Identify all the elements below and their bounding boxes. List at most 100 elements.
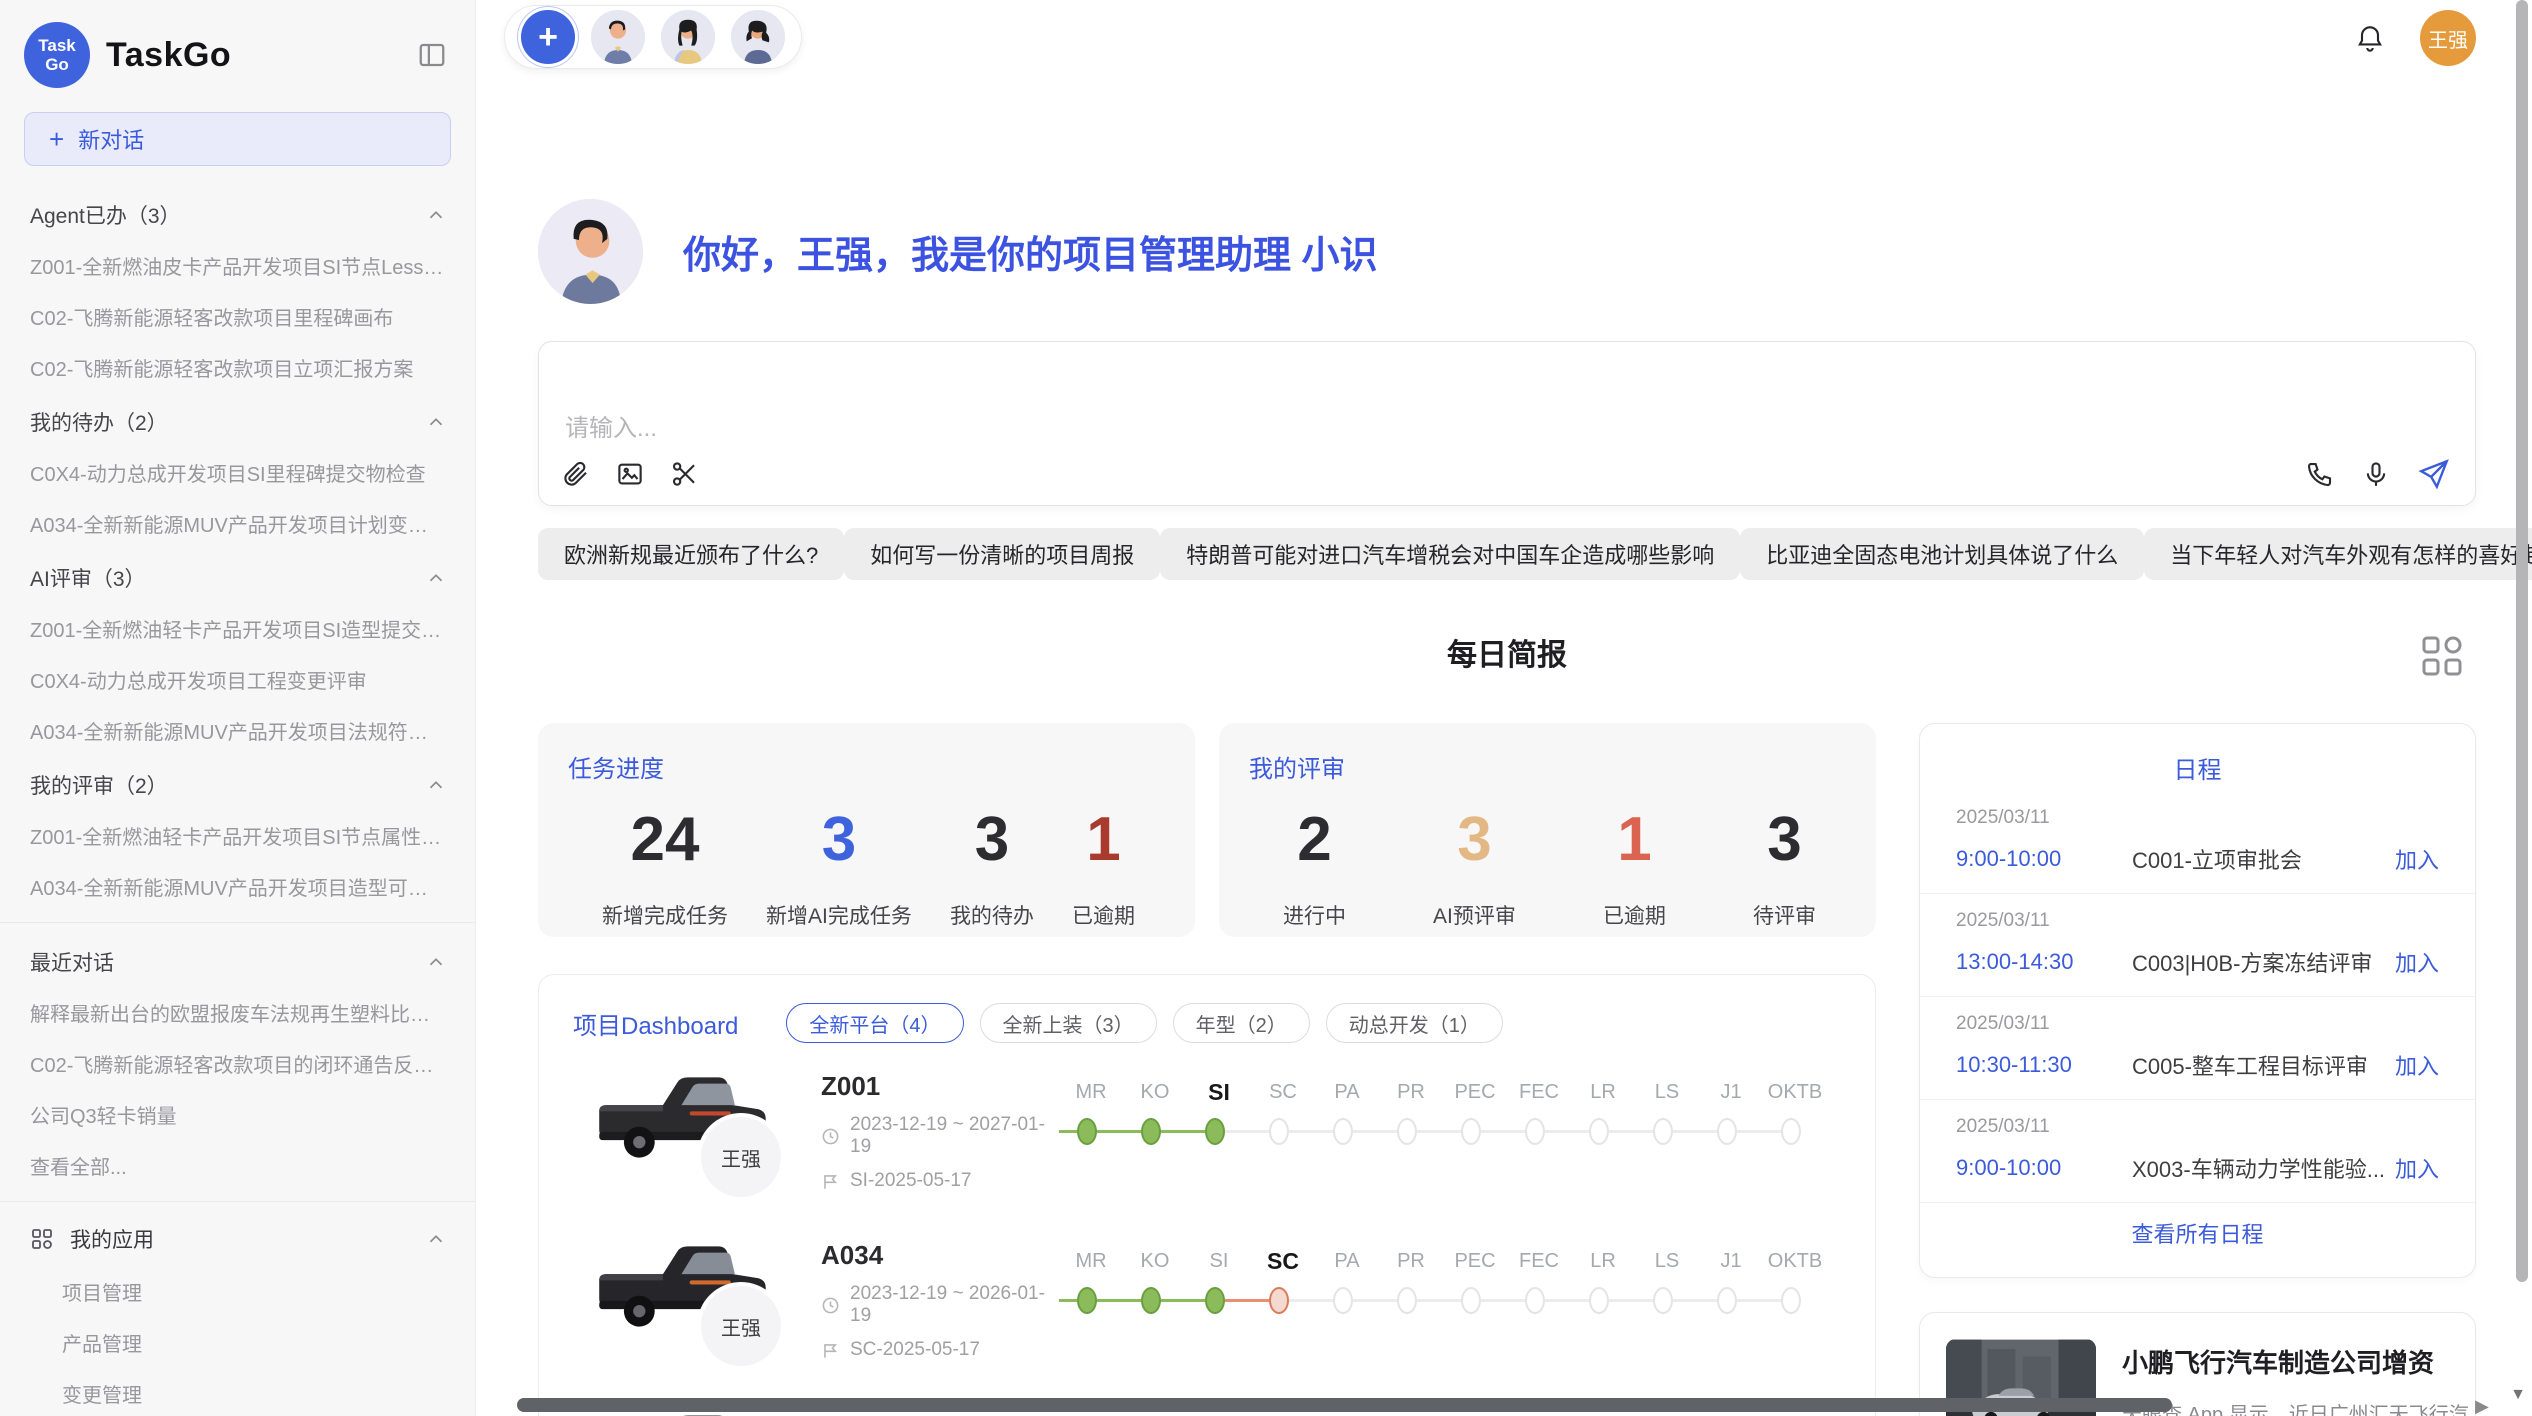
section-header-my-todo[interactable]: 我的待办（2）	[0, 393, 475, 447]
app-item-change-mgmt[interactable]: 变更管理	[0, 1368, 475, 1416]
notification-bell-icon[interactable]	[2354, 22, 2386, 54]
project-dashboard-link[interactable]: 项目Dashboard	[573, 1006, 738, 1041]
app-title: TaskGo	[106, 36, 231, 75]
project-milestone-date: SI-2025-05-17	[850, 1170, 971, 1192]
view-all-schedule-link[interactable]: 查看所有日程	[1920, 1203, 2475, 1269]
milestone-dot	[1589, 1118, 1609, 1145]
news-snippet: 天眼查 App 显示，近日广州汇天飞行汽...	[2122, 1398, 2485, 1416]
screenshot-scissors-icon[interactable]	[669, 459, 699, 489]
chevron-up-icon[interactable]	[425, 567, 447, 589]
schedule-event: 2025/03/11 9:00-10:00 X003-车辆动力学性能验... 加…	[1920, 1100, 2475, 1203]
scroll-down-arrow[interactable]: ▼	[2510, 1386, 2526, 1404]
suggestion-chip[interactable]: 比亚迪全固态电池计划具体说了什么	[1740, 528, 2144, 580]
recent-view-all[interactable]: 查看全部...	[0, 1140, 475, 1191]
milestone-line	[1417, 1130, 1461, 1133]
milestone-line	[1609, 1130, 1653, 1133]
insert-image-icon[interactable]	[615, 459, 645, 489]
suggestion-chip[interactable]: 当下年轻人对汽车外观有怎样的喜好趋势	[2144, 528, 2532, 580]
event-date: 2025/03/11	[1956, 1116, 2439, 1138]
app-item-project-mgmt[interactable]: 项目管理	[0, 1266, 475, 1317]
agent-avatar[interactable]	[731, 10, 785, 64]
assistant-avatar	[538, 199, 643, 304]
attachment-icon[interactable]	[561, 459, 591, 489]
event-date: 2025/03/11	[1956, 807, 2439, 829]
my-review-link[interactable]: 我的评审	[1249, 749, 1345, 784]
milestone-line	[1097, 1130, 1141, 1133]
stat-value: 1	[1603, 806, 1666, 874]
join-button[interactable]: 加入	[2395, 1049, 2439, 1081]
milestone-labels: MRKOSISCPAPRPECFECLRLSJ1OKTB	[1059, 1077, 1845, 1107]
sidebar-item[interactable]: C0X4-动力总成开发项目SI里程碑提交物检查	[0, 447, 475, 498]
horizontal-scrollbar[interactable]	[517, 1398, 2172, 1412]
user-avatar[interactable]: 王强	[2420, 10, 2476, 66]
milestone-label: OKTB	[1763, 1077, 1827, 1107]
task-progress-card: 任务进度 24 新增完成任务 3 新增AI完成任务 3 我的待办	[538, 723, 1195, 937]
suggestion-chip[interactable]: 如何写一份清晰的项目周报	[844, 528, 1160, 580]
sidebar-item[interactable]: A034-全新新能源MUV产品开发项目法规符合性评审	[0, 705, 475, 756]
sidebar-item[interactable]: C02-飞腾新能源轻客改款项目里程碑画布	[0, 291, 475, 342]
sidebar-collapse-icon[interactable]	[417, 40, 447, 70]
new-chat-button[interactable]: + 新对话	[24, 112, 451, 166]
milestone-track: MRKOSISCPAPRPECFECLRLSJ1OKTB	[1059, 1246, 1845, 1314]
milestone-dot	[1205, 1118, 1225, 1145]
sidebar-item[interactable]: A034-全新新能源MUV产品开发项目造型可行性评审	[0, 861, 475, 912]
sidebar-item[interactable]: C02-飞腾新能源轻客改款项目立项汇报方案	[0, 342, 475, 393]
schedule-card: 日程 2025/03/11 9:00-10:00 C001-立项审批会 加入 2…	[1919, 723, 2476, 1278]
layout-grid-icon[interactable]	[2420, 634, 2464, 678]
scroll-right-arrow[interactable]: ▶	[2475, 1396, 2489, 1416]
suggestion-chip[interactable]: 欧洲新规最近颁布了什么?	[538, 528, 844, 580]
add-agent-button[interactable]: +	[521, 10, 575, 64]
join-button[interactable]: 加入	[2395, 843, 2439, 875]
project-row[interactable]: 王强 Z001 2023-12-19 ~ 2027-01-19 SI-2025-…	[539, 1065, 1875, 1222]
project-row[interactable]: 王强 A034 2023-12-19 ~ 2026-01-19 SC-2025-…	[539, 1234, 1875, 1391]
sidebar-item[interactable]: Z001-全新燃油轻卡产品开发项目SI节点属性5D文件评审	[0, 810, 475, 861]
vertical-scrollbar[interactable]	[2516, 0, 2528, 1282]
task-progress-link[interactable]: 任务进度	[568, 749, 664, 784]
chevron-up-icon[interactable]	[425, 774, 447, 796]
chevron-up-icon[interactable]	[425, 411, 447, 433]
project-dates: 2023-12-19 ~ 2027-01-19	[821, 1114, 1051, 1158]
section-header-agent-done[interactable]: Agent已办（3）	[0, 186, 475, 240]
join-button[interactable]: 加入	[2395, 1152, 2439, 1184]
tab-powertrain[interactable]: 动总开发（1）	[1326, 1003, 1503, 1043]
sidebar: Task Go TaskGo + 新对话 Agent已办（3） Z001-全新燃…	[0, 0, 476, 1416]
voice-call-icon[interactable]	[2305, 459, 2335, 489]
sidebar-sections: Agent已办（3） Z001-全新燃油皮卡产品开发项目SI节点Lesson L…	[0, 186, 475, 912]
sidebar-item[interactable]: Z001-全新燃油轻卡产品开发项目SI造型提交物评审	[0, 603, 475, 654]
section-header-my-review[interactable]: 我的评审（2）	[0, 756, 475, 810]
chevron-up-icon[interactable]	[425, 204, 447, 226]
milestone-label: PEC	[1443, 1077, 1507, 1107]
agent-avatar[interactable]	[591, 10, 645, 64]
microphone-icon[interactable]	[2361, 459, 2391, 489]
tab-new-platform[interactable]: 全新平台（4）	[786, 1003, 963, 1043]
recent-chat-item[interactable]: 公司Q3轻卡销量	[0, 1089, 475, 1140]
milestone-dot	[1269, 1287, 1289, 1314]
milestone-label: SI	[1187, 1077, 1251, 1107]
tab-new-body[interactable]: 全新上装（3）	[980, 1003, 1157, 1043]
stat-value: 24	[602, 806, 728, 874]
chevron-up-icon[interactable]	[425, 951, 447, 973]
milestone-label: PA	[1315, 1077, 1379, 1107]
section-header-recent-chats[interactable]: 最近对话	[0, 933, 475, 987]
app-item-product-mgmt[interactable]: 产品管理	[0, 1317, 475, 1368]
join-button[interactable]: 加入	[2395, 946, 2439, 978]
recent-chat-item[interactable]: C02-飞腾新能源轻客改款项目的闭环通告反馈情况	[0, 1038, 475, 1089]
milestone-dot	[1781, 1118, 1801, 1145]
chat-composer[interactable]: 请输入...	[538, 341, 2476, 506]
section-header-ai-review[interactable]: AI评审（3）	[0, 549, 475, 603]
project-date-range: 2023-12-19 ~ 2027-01-19	[850, 1114, 1051, 1158]
milestone-dot	[1525, 1118, 1545, 1145]
suggestion-chip[interactable]: 特朗普可能对进口汽车增税会对中国车企造成哪些影响	[1160, 528, 1740, 580]
tab-model-year[interactable]: 年型（2）	[1173, 1003, 1310, 1043]
sidebar-item[interactable]: Z001-全新燃油皮卡产品开发项目SI节点Lesson Learn报告	[0, 240, 475, 291]
project-info: A034 2023-12-19 ~ 2026-01-19 SC-2025-05-…	[821, 1240, 1051, 1361]
sidebar-item-my-apps[interactable]: 我的应用	[0, 1212, 475, 1266]
recent-chat-item[interactable]: 解释最新出台的欧盟报废车法规再生塑料比例被调至15%...	[0, 987, 475, 1038]
chevron-up-icon[interactable]	[425, 1228, 447, 1250]
send-icon[interactable]	[2417, 457, 2451, 491]
schedule-title[interactable]: 日程	[1920, 724, 2475, 791]
sidebar-item[interactable]: A034-全新新能源MUV产品开发项目计划变更表编写	[0, 498, 475, 549]
milestone-line	[1353, 1299, 1397, 1302]
sidebar-item[interactable]: C0X4-动力总成开发项目工程变更评审	[0, 654, 475, 705]
agent-avatar[interactable]	[661, 10, 715, 64]
